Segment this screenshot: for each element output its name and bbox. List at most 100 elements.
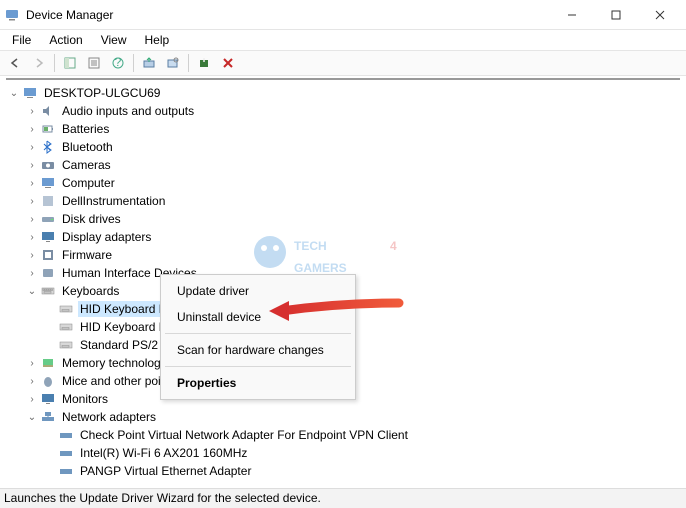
twisty-closed-icon[interactable]: ›: [26, 105, 38, 117]
network-adapter-icon: [58, 427, 74, 443]
mouse-icon: [40, 373, 56, 389]
toolbar: ?: [0, 50, 686, 76]
uninstall-device-button[interactable]: [217, 52, 239, 74]
twisty-closed-icon[interactable]: ›: [26, 123, 38, 135]
statusbar: Launches the Update Driver Wizard for th…: [0, 488, 686, 508]
tree-item-label: Standard PS/2 K: [78, 337, 171, 353]
tree-root-label: DESKTOP-ULGCU69: [42, 85, 162, 101]
hid-icon: [40, 265, 56, 281]
menu-view[interactable]: View: [93, 31, 135, 49]
context-menu-separator: [165, 366, 351, 367]
tree-item-bluetooth[interactable]: › Bluetooth: [8, 138, 678, 156]
audio-icon: [40, 103, 56, 119]
tree-item-label: Bluetooth: [60, 139, 115, 155]
tree-item-label: HID Keyboard D: [78, 301, 169, 317]
memory-icon: [40, 355, 56, 371]
tree-item-label: HID Keyboard D: [78, 319, 169, 335]
twisty-closed-icon[interactable]: ›: [26, 195, 38, 207]
display-icon: [40, 229, 56, 245]
enable-device-button[interactable]: [193, 52, 215, 74]
tree-item-label: Cameras: [60, 157, 113, 173]
update-driver-button[interactable]: [138, 52, 160, 74]
twisty-open-icon[interactable]: ⌄: [8, 87, 20, 99]
tree-item-label: Disk drives: [60, 211, 123, 227]
network-adapter-icon: [58, 463, 74, 479]
tree-item-dellinstrumentation[interactable]: › DellInstrumentation: [8, 192, 678, 210]
context-update-driver[interactable]: Update driver: [163, 278, 353, 304]
minimize-button[interactable]: [550, 1, 594, 29]
tree-item-label: Keyboards: [60, 283, 121, 299]
twisty-closed-icon[interactable]: ›: [26, 159, 38, 171]
bluetooth-icon: [40, 139, 56, 155]
twisty-closed-icon[interactable]: ›: [26, 213, 38, 225]
twisty-closed-icon[interactable]: ›: [26, 249, 38, 261]
forward-button[interactable]: [28, 52, 50, 74]
twisty-closed-icon[interactable]: ›: [26, 177, 38, 189]
tree-item-network-child[interactable]: PANGP Virtual Ethernet Adapter: [8, 462, 678, 480]
tree-item-computer[interactable]: › Computer: [8, 174, 678, 192]
tree-item-cameras[interactable]: › Cameras: [8, 156, 678, 174]
network-icon: [40, 409, 56, 425]
context-properties[interactable]: Properties: [163, 370, 353, 396]
tree-item-label: Audio inputs and outputs: [60, 103, 196, 119]
tree-item-label: DellInstrumentation: [60, 193, 167, 209]
twisty-closed-icon[interactable]: ›: [26, 141, 38, 153]
tree-item-label: Network adapters: [60, 409, 158, 425]
tree-item-display-adapters[interactable]: › Display adapters: [8, 228, 678, 246]
tree-item-network-child[interactable]: Check Point Virtual Network Adapter For …: [8, 426, 678, 444]
twisty-open-icon[interactable]: ⌄: [26, 285, 38, 297]
help-button[interactable]: ?: [107, 52, 129, 74]
twisty-closed-icon[interactable]: ›: [26, 267, 38, 279]
statusbar-text: Launches the Update Driver Wizard for th…: [4, 491, 321, 505]
twisty-open-icon[interactable]: ⌄: [26, 411, 38, 423]
window-title: Device Manager: [26, 8, 550, 22]
tree-item-label: Firmware: [60, 247, 114, 263]
twisty-closed-icon[interactable]: ›: [26, 231, 38, 243]
menubar: File Action View Help: [0, 30, 686, 50]
tree-item-audio[interactable]: › Audio inputs and outputs: [8, 102, 678, 120]
show-hide-tree-button[interactable]: [59, 52, 81, 74]
tree-item-batteries[interactable]: › Batteries: [8, 120, 678, 138]
tree-item-label: Monitors: [60, 391, 110, 407]
context-scan-hardware[interactable]: Scan for hardware changes: [163, 337, 353, 363]
tree-item-firmware[interactable]: › Firmware: [8, 246, 678, 264]
tree-item-label: PANGP Virtual Ethernet Adapter: [78, 463, 253, 479]
menu-action[interactable]: Action: [41, 31, 90, 49]
svg-text:?: ?: [115, 56, 122, 69]
tree-item-label: Mice and other poi: [60, 373, 163, 389]
back-button[interactable]: [4, 52, 26, 74]
menu-file[interactable]: File: [4, 31, 39, 49]
keyboard-icon: [58, 337, 74, 353]
network-adapter-icon: [58, 445, 74, 461]
firmware-icon: [40, 247, 56, 263]
tree-item-label: Intel(R) Wi-Fi 6 AX201 160MHz: [78, 445, 249, 461]
tree-item-network-child[interactable]: Intel(R) Wi-Fi 6 AX201 160MHz: [8, 444, 678, 462]
devmgr-icon: [4, 7, 20, 23]
tree-item-label: Display adapters: [60, 229, 153, 245]
tree-item-label: Check Point Virtual Network Adapter For …: [78, 427, 410, 443]
context-uninstall-device[interactable]: Uninstall device: [163, 304, 353, 330]
twisty-closed-icon[interactable]: ›: [26, 375, 38, 387]
twisty-closed-icon[interactable]: ›: [26, 357, 38, 369]
menu-help[interactable]: Help: [137, 31, 178, 49]
computer-icon: [40, 175, 56, 191]
tree-item-label: Batteries: [60, 121, 111, 137]
tree-item-label: TAP-Windows Adapter V9: [78, 481, 220, 484]
close-button[interactable]: [638, 1, 682, 29]
tree-item-network-child[interactable]: TAP-Windows Adapter V9: [8, 480, 678, 484]
tree-root[interactable]: ⌄ DESKTOP-ULGCU69: [8, 84, 678, 102]
maximize-button[interactable]: [594, 1, 638, 29]
tree-item-disk-drives[interactable]: › Disk drives: [8, 210, 678, 228]
scan-hardware-button[interactable]: [162, 52, 184, 74]
keyboard-icon: [40, 283, 56, 299]
battery-icon: [40, 121, 56, 137]
tree-item-network-adapters[interactable]: ⌄ Network adapters: [8, 408, 678, 426]
properties-button[interactable]: [83, 52, 105, 74]
titlebar: Device Manager: [0, 0, 686, 30]
tree-item-label: Computer: [60, 175, 117, 191]
device-icon: [40, 193, 56, 209]
keyboard-icon: [58, 301, 74, 317]
twisty-closed-icon[interactable]: ›: [26, 393, 38, 405]
context-menu: Update driver Uninstall device Scan for …: [160, 274, 356, 400]
disk-icon: [40, 211, 56, 227]
